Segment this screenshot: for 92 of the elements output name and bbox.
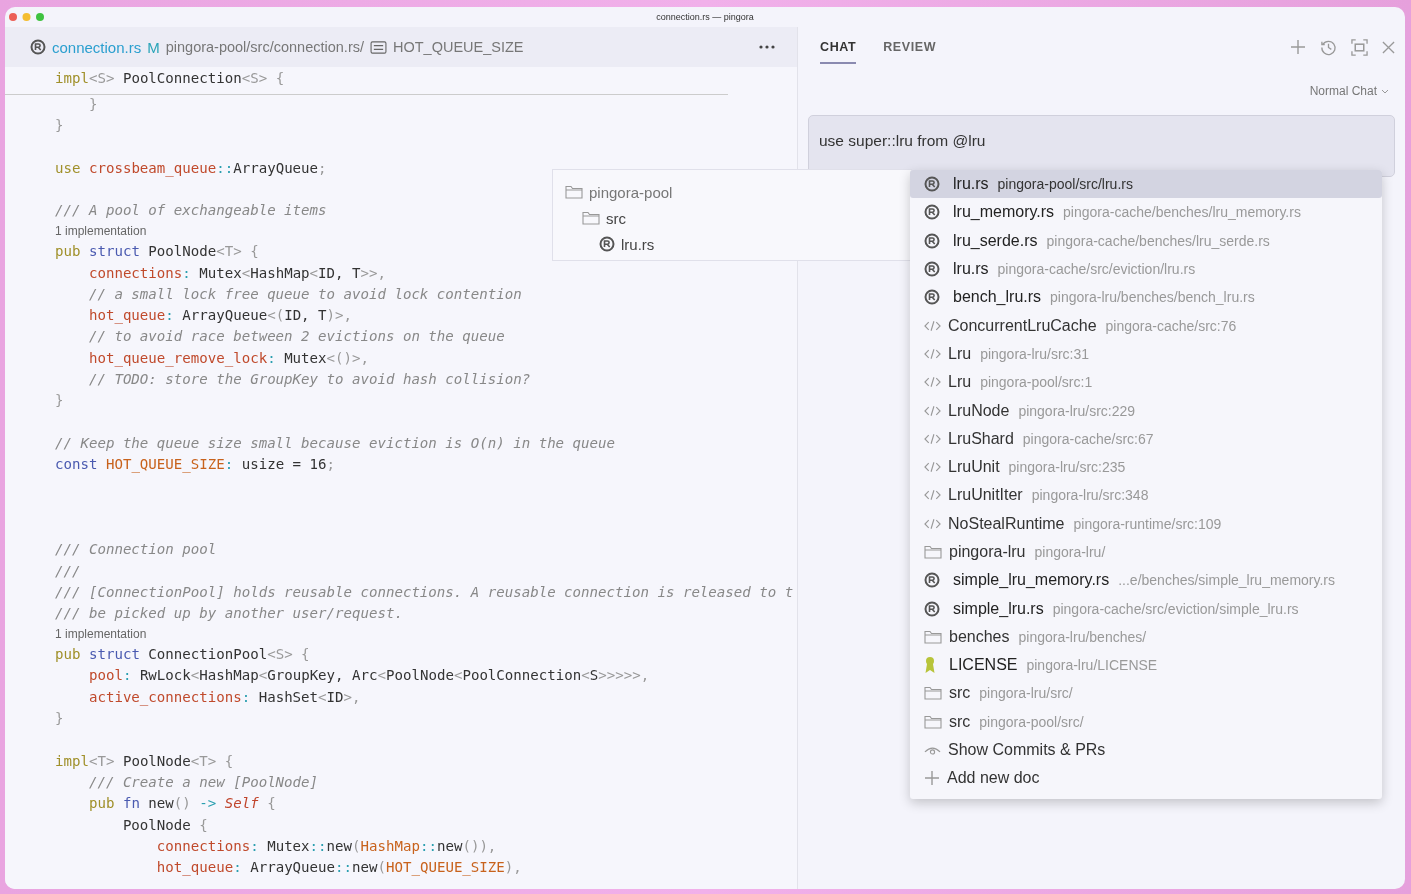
suggestion-item[interactable]: ConcurrentLruCache pingora-cache/src:76: [910, 311, 1382, 340]
mode-dropdown[interactable]: Normal Chat: [1309, 84, 1389, 98]
suggestion-item[interactable]: benches pingora-lru/benches/: [910, 622, 1382, 652]
plus-icon: [924, 770, 940, 787]
tree-item[interactable]: pingora-pool: [589, 183, 673, 201]
tab[interactable]: CHAT: [820, 30, 857, 64]
code-line: /// Create a new [PoolNode]: [87, 772, 319, 792]
suggestion-item[interactable]: lru.rs pingora-pool/src/lru.rs: [910, 170, 1382, 199]
suggestion-item[interactable]: Add new doc: [910, 764, 1382, 793]
code-line: hot_queue_remove_lock: Mutex<()>,: [87, 348, 369, 369]
history-button[interactable]: [1320, 38, 1337, 56]
code-line: }: [87, 95, 98, 114]
git-status: M: [147, 38, 160, 56]
code-icon: [924, 376, 941, 389]
code-line: ///: [55, 561, 81, 581]
suggestion-item[interactable]: lru_memory.rs pingora-cache/benches/lru_memory.rs: [910, 198, 1382, 227]
suggestion-item[interactable]: src pingora-lru/src/: [910, 679, 1382, 708]
code-line: /// A pool of exchangeable items: [55, 201, 327, 221]
new-chat-button[interactable]: [1290, 39, 1306, 55]
suggestion-item[interactable]: Lru pingora-pool/src:1: [910, 368, 1382, 397]
code-icon: [924, 347, 941, 360]
suggestion-item[interactable]: LICENSE pingora-lru/LICENSE: [910, 651, 1382, 680]
suggestion-item[interactable]: pingora-lru pingora-lru/: [910, 537, 1382, 567]
suggestion-item[interactable]: src pingora-pool/src/: [910, 707, 1382, 736]
folder-icon: [924, 629, 942, 644]
suggestion-item[interactable]: LruShard pingora-cache/src:67: [910, 424, 1382, 453]
plus-icon: [1290, 39, 1306, 55]
breadcrumb-symbol[interactable]: HOT_QUEUE_SIZE: [393, 39, 524, 55]
ribbon-icon: [924, 656, 936, 675]
code-line: pub fn new() -> Self {: [87, 794, 276, 814]
code-line: PoolNode {: [121, 815, 208, 835]
suggestion-item[interactable]: LruNode pingora-lru/src:229: [910, 396, 1382, 425]
code-line: // TODO: store the GroupKey to avoid hash collision?: [87, 370, 531, 390]
folder-icon: [565, 185, 583, 199]
more-icon[interactable]: [759, 45, 775, 49]
code-line: pub struct ConnectionPool<S> {: [55, 645, 310, 665]
history-icon: [1320, 38, 1337, 56]
code-line: impl<T> PoolNode<T> {: [55, 751, 234, 771]
code-line: // Keep the queue size small because eviction is O(n) in the queue: [55, 433, 616, 453]
code-line: }: [55, 116, 64, 136]
code-line: const HOT_QUEUE_SIZE: usize = 16;: [55, 455, 336, 475]
suggestion-item[interactable]: bench_lru.rs pingora-lru/benches/bench_lru.rs: [910, 283, 1382, 312]
codelens-hint[interactable]: 1 implementation: [55, 221, 147, 242]
code-line: connections: Mutex<HashMap<ID, T>>,: [87, 263, 386, 283]
codelens-hint[interactable]: 1 implementation: [55, 624, 147, 645]
suggestion-item[interactable]: lru.rs pingora-cache/src/eviction/lru.rs: [910, 254, 1382, 284]
window-title: connection.rs — pingora: [656, 12, 754, 22]
code-icon: [924, 489, 941, 502]
suggestion-item[interactable]: simple_lru.rs pingora-cache/src/eviction/simple_lru.rs: [910, 594, 1382, 623]
code-line: connections: Mutex::new(HashMap::new()),: [155, 836, 497, 856]
code-line: /// Connection pool: [55, 540, 217, 560]
suggestion-item[interactable]: Lru pingora-lru/src:31: [910, 339, 1382, 369]
folder-icon: [582, 211, 600, 225]
code-line: }: [55, 391, 64, 411]
close-icon: [1382, 40, 1395, 54]
code-line: // a small lock free queue to avoid lock contention: [87, 284, 522, 304]
tab[interactable]: REVIEW: [883, 30, 937, 64]
code-line: // to avoid race between 2 evictions on the queue: [87, 327, 505, 347]
code-icon: [924, 319, 941, 332]
code-line: /// be picked up by another user/request.: [55, 604, 403, 624]
code-line: impl<S> PoolConnection<S> {: [55, 69, 285, 88]
eye-icon: [924, 744, 941, 757]
code-icon: [924, 461, 941, 474]
close-button[interactable]: [1382, 40, 1395, 54]
suggestion-item[interactable]: NoStealRuntime pingora-runtime/src:109: [910, 509, 1382, 538]
suggestion-item[interactable]: Show Commits & PRs: [910, 735, 1382, 765]
code-line: pool: RwLock<HashMap<GroupKey, Arc<PoolNode<PoolConnection<S>>>>>,: [87, 666, 650, 686]
code-line: hot_queue: ArrayQueue::new(HOT_QUEUE_SIZE),: [155, 858, 522, 878]
suggestion-item[interactable]: LruUnitIter pingora-lru/src:348: [910, 481, 1382, 510]
symbol-icon: [370, 40, 387, 54]
suggestion-item[interactable]: lru_serde.rs pingora-cache/benches/lru_serde.rs: [910, 226, 1382, 255]
code-line: use crossbeam_queue::ArrayQueue;: [55, 158, 327, 179]
chat-input[interactable]: use super::lru from @lru: [808, 115, 1395, 177]
tree-item[interactable]: lru.rs: [621, 235, 655, 253]
code-line: hot_queue: ArrayQueue<(ID, T)>,: [87, 306, 353, 326]
expand-icon: [1351, 38, 1368, 56]
code-line: pub struct PoolNode<T> {: [55, 242, 259, 262]
suggestion-item[interactable]: simple_lru_memory.rs ...e/benches/simple_lru_memory.rs: [910, 566, 1382, 595]
code-icon: [924, 404, 941, 417]
code-icon: [924, 517, 941, 530]
suggestion-item[interactable]: LruUnit pingora-lru/src:235: [910, 452, 1382, 482]
code-line: active_connections: HashSet<ID>,: [87, 687, 361, 708]
folder-icon: [924, 545, 942, 559]
code-line: /// [ConnectionPool] holds reusable connections. A reusable connection is released to t: [55, 583, 794, 603]
chevron-icon: [1381, 88, 1389, 94]
breadcrumb-path[interactable]: pingora-pool/src/connection.rs/: [165, 39, 364, 55]
code-line: }: [55, 709, 64, 728]
tree-item[interactable]: src: [606, 209, 626, 227]
folder-icon: [924, 714, 942, 729]
code-icon: [924, 432, 941, 445]
folder-icon: [924, 686, 942, 701]
expand-button[interactable]: [1351, 38, 1368, 56]
